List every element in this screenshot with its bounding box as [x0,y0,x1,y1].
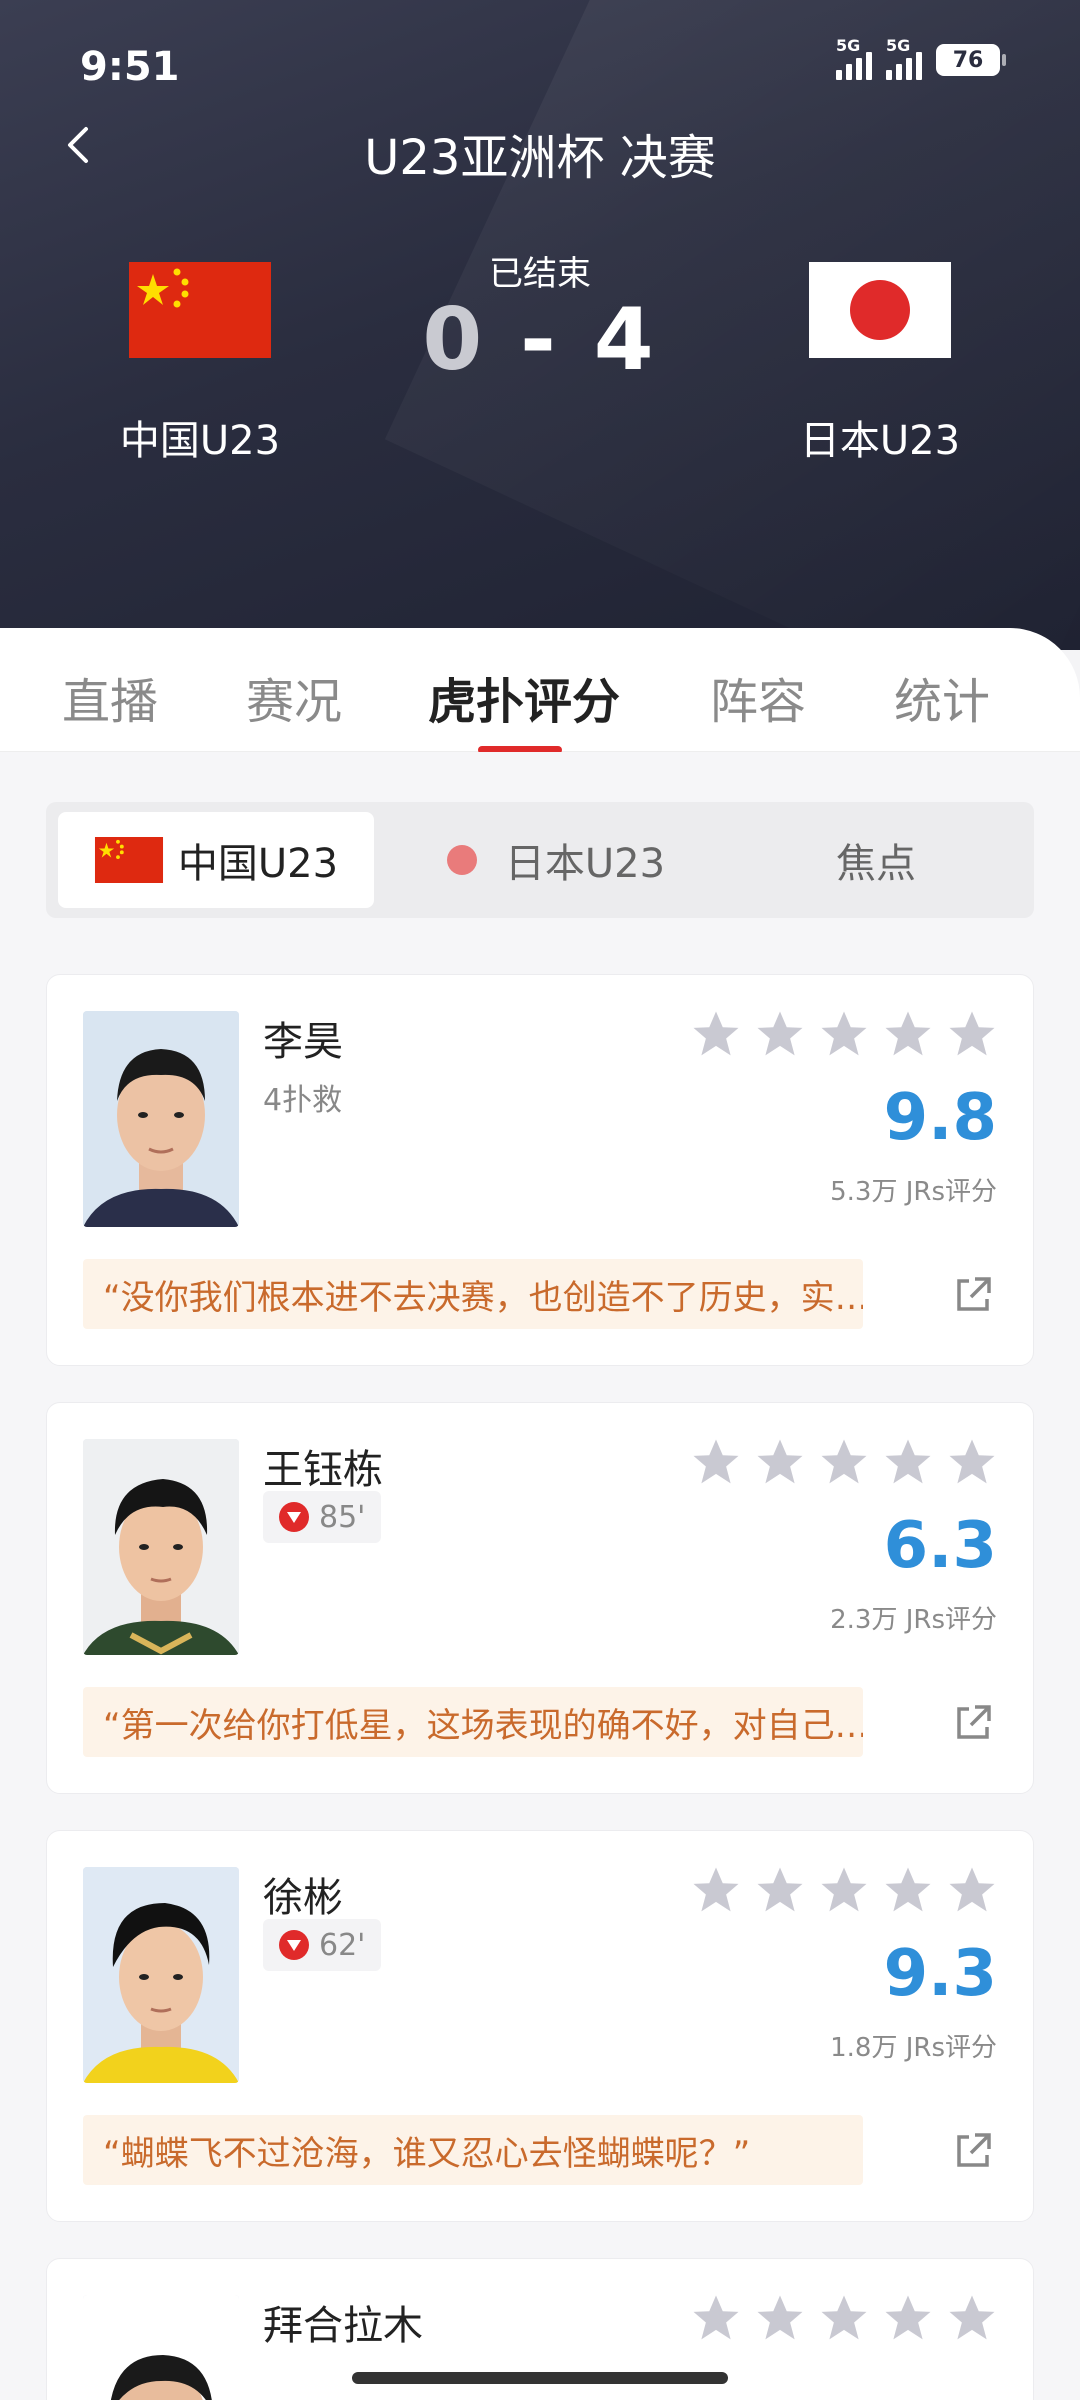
star-icon[interactable] [817,2291,871,2345]
japan-flag-icon [809,262,951,358]
tab-bar: 直播 赛况 虎扑评分 阵容 统计 [0,628,1080,754]
player-avatar [83,1867,239,2083]
star-icon[interactable] [689,1007,743,1061]
signal-icon: 5G [836,36,872,80]
player-name: 拜合拉木 [263,2303,423,2349]
player-rating-card[interactable]: 王钰栋 85' 6.3 2.3万 JRs评分 “第一次给你打低星，这场表现的确不… [46,1402,1034,1794]
player-name: 李昊 [263,1019,343,1065]
star-icon[interactable] [817,1435,871,1489]
status-time: 9:51 [80,44,180,90]
content-panel: 直播 赛况 虎扑评分 阵容 统计 中国U23 日本U23 焦点 李昊 4扑救 9… [0,628,1080,2400]
star-icon[interactable] [753,1435,807,1489]
status-icons: 5G 5G 76 [836,36,1006,80]
japan-flag-icon [446,845,477,875]
star-icon[interactable] [689,2291,743,2345]
rating-count: 1.8万 JRs评分 [830,2033,997,2063]
signal-icon: 5G [886,36,922,80]
match-header: 9:51 5G 5G 76 U23亚洲杯 决赛 中国U23 已结束 0 - 4 … [0,0,1080,650]
star-icon[interactable] [689,1435,743,1489]
player-avatar [83,1011,239,1227]
substitution-badge: 85' [263,1491,382,1543]
star-icon[interactable] [689,1863,743,1917]
substitution-minute: 85' [319,1499,366,1535]
segment-away-label: 日本U23 [504,841,666,887]
star-icon[interactable] [753,1007,807,1061]
player-score: 9.8 [883,1081,997,1155]
top-comment[interactable]: “没你我们根本进不去决赛，也创造不了历史，实… [83,1259,863,1329]
substitution-off-icon [279,1930,309,1960]
team-segment-control: 中国U23 日本U23 焦点 [46,802,1034,918]
top-comment[interactable]: “蝴蝶飞不过沧海，谁又忍心去怪蝴蝶呢？” [83,2115,863,2185]
home-team-name: 中国U23 [119,418,281,464]
rating-count: 2.3万 JRs评分 [830,1605,997,1635]
china-flag-icon [94,837,163,883]
star-icon[interactable] [817,1863,871,1917]
player-avatar [83,1439,239,1655]
rating-list: 中国U23 日本U23 焦点 李昊 4扑救 9.8 5.3万 JRs评分 “没你… [0,752,1080,2400]
away-team[interactable]: 日本U23 [750,262,1010,466]
star-icon[interactable] [881,1435,935,1489]
star-icon[interactable] [945,1863,999,1917]
score-separator: - [520,290,560,390]
tab-stats[interactable]: 统计 [894,662,990,732]
top-comment[interactable]: “第一次给你打低星，这场表现的确不好，对自己… [83,1687,863,1757]
player-rating-card[interactable]: 徐彬 62' 9.3 1.8万 JRs评分 “蝴蝶飞不过沧海，谁又忍心去怪蝴蝶呢… [46,1830,1034,2222]
segment-focus[interactable]: 焦点 [746,812,1006,908]
star-icon[interactable] [881,1007,935,1061]
star-rating-input[interactable] [689,1007,999,1061]
player-name: 徐彬 [263,1875,343,1921]
player-score: 9.3 [883,1937,997,2011]
star-icon[interactable] [753,1863,807,1917]
home-indicator[interactable] [352,2372,728,2384]
share-icon[interactable] [949,1699,997,1747]
segment-away-team[interactable]: 日本U23 [406,812,706,908]
status-bar: 9:51 5G 5G 76 [0,0,1080,120]
share-icon[interactable] [949,1271,997,1319]
segment-focus-label: 焦点 [836,841,916,887]
home-score: 0 [422,290,487,390]
player-name: 王钰栋 [263,1447,383,1493]
segment-home-label: 中国U23 [177,841,339,887]
player-score: 6.3 [883,1509,997,1583]
rating-count: 5.3万 JRs评分 [830,1177,997,1207]
star-icon[interactable] [881,2291,935,2345]
tab-lineup[interactable]: 阵容 [710,662,806,732]
page-title: U23亚洲杯 决赛 [364,130,716,186]
player-rating-card[interactable]: 李昊 4扑救 9.8 5.3万 JRs评分 “没你我们根本进不去决赛，也创造不了… [46,974,1034,1366]
tab-hupu-rating[interactable]: 虎扑评分 [428,662,620,732]
star-icon[interactable] [945,1007,999,1061]
star-icon[interactable] [753,2291,807,2345]
away-team-name: 日本U23 [799,418,961,464]
player-avatar [83,2295,239,2400]
segment-home-team[interactable]: 中国U23 [58,812,374,908]
player-stat: 4扑救 [263,1083,343,1118]
substitution-badge: 62' [263,1919,382,1971]
share-icon[interactable] [949,2127,997,2175]
substitution-minute: 62' [319,1927,366,1963]
star-icon[interactable] [881,1863,935,1917]
star-icon[interactable] [945,1435,999,1489]
battery-icon: 76 [936,44,1006,76]
star-rating-input[interactable] [689,1435,999,1489]
tab-live[interactable]: 直播 [62,662,158,732]
star-rating-input[interactable] [689,2291,999,2345]
substitution-off-icon [279,1502,309,1532]
star-icon[interactable] [817,1007,871,1061]
star-rating-input[interactable] [689,1863,999,1917]
away-score: 4 [593,290,658,390]
star-icon[interactable] [945,2291,999,2345]
tab-match-report[interactable]: 赛况 [246,662,342,732]
